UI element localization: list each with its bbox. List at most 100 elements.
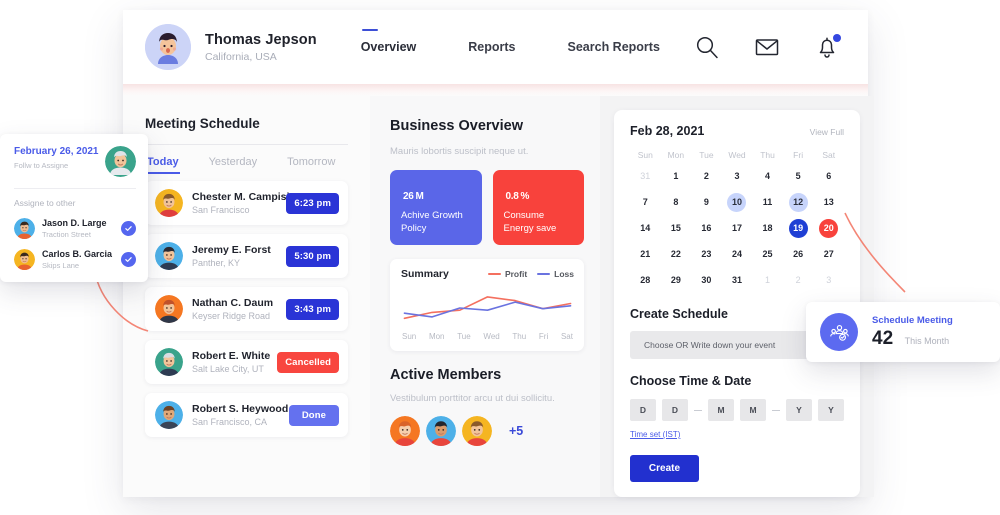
assign-person-row[interactable]: Jason D. Large Traction Street [14, 218, 136, 239]
assign-person-checkbox[interactable] [121, 221, 136, 236]
chart-x-tick: Sun [402, 332, 417, 341]
calendar-day-chip: 12 [788, 193, 808, 212]
meeting-status-badge[interactable]: 3:43 pm [286, 298, 339, 320]
calendar-day-cell[interactable]: 29 [661, 271, 692, 290]
assign-person-place: Skips Lane [42, 260, 80, 270]
meeting-info: Jeremy E. Forst Panther, KY [192, 244, 286, 268]
date-segment-input[interactable]: M [740, 399, 766, 421]
active-members-more[interactable]: +5 [509, 424, 523, 438]
meeting-status-badge[interactable]: Cancelled [277, 351, 339, 373]
meeting-row[interactable]: Nathan C. Daum Keyser Ridge Road 3:43 pm [145, 287, 348, 331]
calendar-day-cell[interactable]: 25 [752, 245, 783, 264]
calendar-day-cell[interactable]: 23 [691, 245, 722, 264]
create-button[interactable]: Create [630, 455, 699, 482]
tab-today[interactable]: Today [146, 156, 180, 174]
chart-plot [401, 283, 574, 328]
calendar-day-cell[interactable]: 2 [783, 271, 814, 290]
meeting-row[interactable]: Chester M. Campisi San Francisco 6:23 pm [145, 181, 348, 225]
meeting-place: San Francisco, CA [192, 417, 268, 427]
assign-person-row[interactable]: Carlos B. Garcia Skips Lane [14, 249, 136, 270]
calendar-day-cell[interactable]: 22 [661, 245, 692, 264]
stat-card-growth[interactable]: 26 M Achive Growth Policy [390, 170, 482, 245]
assign-card-avatar [105, 146, 136, 177]
calendar-day-cell[interactable]: 3 [813, 271, 844, 290]
meeting-person-name: Robert S. Heywood [192, 403, 289, 415]
calendar-day-chip: 10 [727, 193, 747, 212]
user-name: Thomas Jepson [205, 31, 317, 48]
calendar-day-cell[interactable]: 9 [691, 193, 722, 212]
member-avatar[interactable] [390, 416, 420, 446]
meeting-row[interactable]: Robert S. Heywood San Francisco, CA Done [145, 393, 348, 437]
calendar-day-cell[interactable]: 1 [752, 271, 783, 290]
chart-x-axis: Sun Mon Tue Wed Thu Fri Sat [401, 332, 574, 341]
meeting-schedule-title: Meeting Schedule [145, 116, 260, 131]
tab-tomorrow[interactable]: Tomorrow [287, 156, 335, 174]
member-avatar[interactable] [426, 416, 456, 446]
calendar-day-cell[interactable]: 24 [722, 245, 753, 264]
calendar-day-cell[interactable]: 20 [813, 219, 844, 238]
calendar-day-cell[interactable]: 15 [661, 219, 692, 238]
nav-item-overview[interactable]: Overview [361, 29, 416, 54]
group-meeting-icon [820, 313, 858, 351]
calendar-day-cell[interactable]: 4 [752, 167, 783, 186]
bell-icon[interactable] [814, 34, 841, 60]
nav-item-reports[interactable]: Reports [468, 40, 515, 54]
calendar-day-cell[interactable]: 10 [722, 193, 753, 212]
calendar-day-cell[interactable]: 13 [813, 193, 844, 212]
calendar-day-cell[interactable]: 1 [661, 167, 692, 186]
nav-item-search-reports[interactable]: Search Reports [568, 40, 660, 54]
calendar-day-cell[interactable]: 5 [783, 167, 814, 186]
stat-caption: Consume Energy save [503, 210, 557, 234]
assign-card-subtitle: Follw to Assigne [14, 161, 69, 170]
date-segment-input[interactable]: M [708, 399, 734, 421]
assign-person-info: Carlos B. Garcia Skips Lane [42, 249, 121, 270]
date-segment-input[interactable]: Y [818, 399, 844, 421]
calendar-day-name: Thu [760, 150, 775, 160]
tab-yesterday[interactable]: Yesterday [209, 156, 258, 174]
calendar-day-name: Tue [699, 150, 714, 160]
calendar-day-cell[interactable]: 12 [783, 193, 814, 212]
time-set-link[interactable]: Time set (IST) [630, 430, 680, 439]
calendar-day-cell[interactable]: 3 [722, 167, 753, 186]
member-avatar[interactable] [462, 416, 492, 446]
calendar-day-cell[interactable]: 31 [722, 271, 753, 290]
date-segment-input[interactable]: D [662, 399, 688, 421]
avatar[interactable] [145, 24, 191, 70]
calendar-day-cell[interactable]: 14 [630, 219, 661, 238]
calendar-day-cell[interactable]: 30 [691, 271, 722, 290]
calendar-day-cell[interactable]: 28 [630, 271, 661, 290]
stat-card-energy[interactable]: 0.8% Consume Energy save [492, 170, 584, 245]
mail-icon[interactable] [754, 34, 780, 60]
date-segment-input[interactable]: Y [786, 399, 812, 421]
calendar-day-cell[interactable]: 27 [813, 245, 844, 264]
view-full-link[interactable]: View Full [810, 127, 844, 137]
event-input-placeholder: Choose OR Write down your event [644, 340, 776, 350]
calendar-day-cell[interactable]: 18 [752, 219, 783, 238]
meeting-row[interactable]: Robert E. White Salt Lake City, UT Cance… [145, 340, 348, 384]
schedule-meeting-card: Schedule Meeting 42 This Month [806, 302, 1000, 362]
meeting-row[interactable]: Jeremy E. Forst Panther, KY 5:30 pm [145, 234, 348, 278]
calendar-day-cell[interactable]: 17 [722, 219, 753, 238]
choose-time-date-title: Choose Time & Date [630, 374, 752, 388]
meeting-status-badge[interactable]: Done [288, 404, 339, 426]
calendar-day-cell[interactable]: 19 [783, 219, 814, 238]
calendar-day-cell[interactable]: 31 [630, 167, 661, 186]
schedule-tabs: Today Yesterday Tomorrow [145, 145, 348, 174]
calendar-day-cell[interactable]: 11 [752, 193, 783, 212]
assign-person-avatar [14, 218, 35, 239]
meeting-person-name: Nathan C. Daum [192, 297, 274, 309]
calendar-day-cell[interactable]: 7 [630, 193, 661, 212]
calendar-day-cell[interactable]: 2 [691, 167, 722, 186]
assign-person-place: Traction Street [42, 229, 91, 239]
calendar-day-cell[interactable]: 8 [661, 193, 692, 212]
meeting-status-badge[interactable]: 5:30 pm [286, 245, 339, 267]
assign-person-checkbox[interactable] [121, 252, 136, 267]
date-segment-input[interactable]: D [630, 399, 656, 421]
calendar-day-cell[interactable]: 6 [813, 167, 844, 186]
calendar-day-cell[interactable]: 21 [630, 245, 661, 264]
search-icon[interactable] [694, 34, 720, 60]
calendar-date: Feb 28, 2021 [630, 124, 705, 138]
meeting-status-badge[interactable]: 6:23 pm [286, 192, 339, 214]
calendar-day-cell[interactable]: 16 [691, 219, 722, 238]
calendar-day-cell[interactable]: 26 [783, 245, 814, 264]
